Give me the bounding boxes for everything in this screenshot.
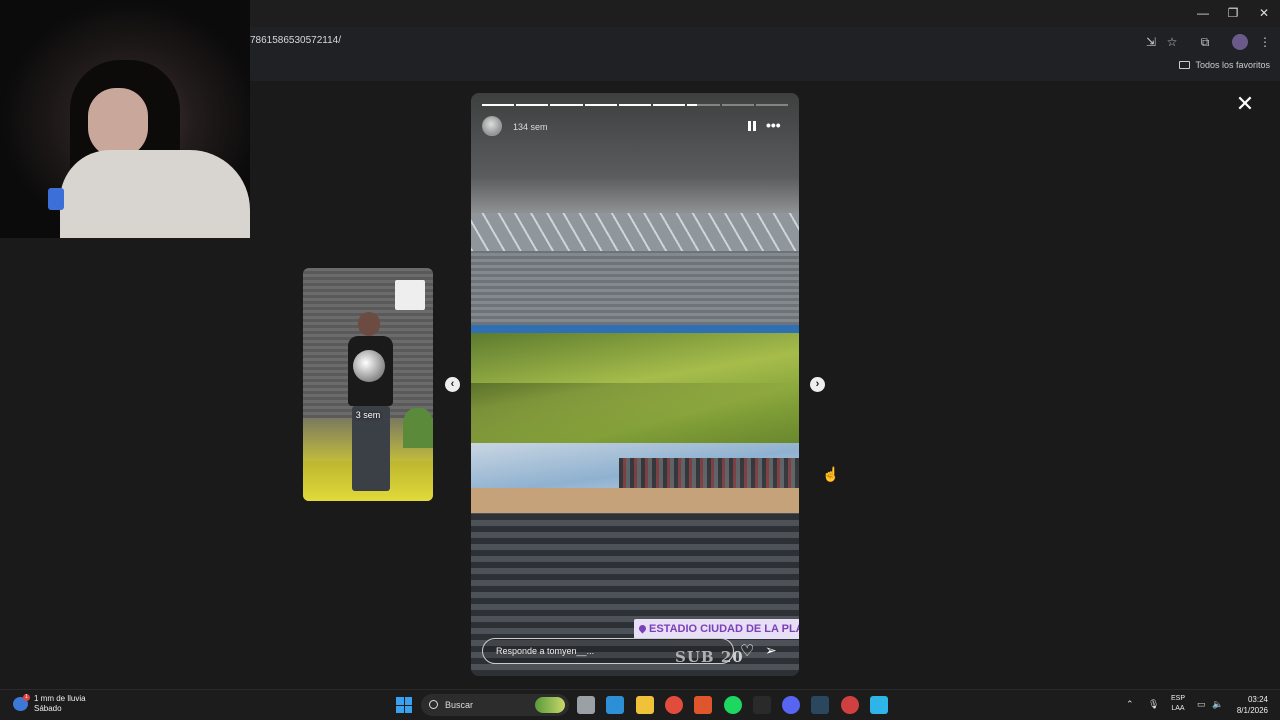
author-avatar[interactable] [482, 116, 502, 136]
location-sticker-label: ESTADIO CIUDAD DE LA PLATA [649, 623, 799, 635]
bookmarks-bar: Todos los favoritos [250, 56, 1280, 78]
stadium-far-stands [471, 251, 799, 331]
webcam-blue-light [48, 188, 64, 210]
lang-line2: LAA [1171, 705, 1185, 712]
current-story[interactable]: 134 sem ••• ESTADIO CIUDAD DE LA PLATA S… [471, 93, 799, 676]
progress-segment [618, 104, 652, 106]
brave-icon[interactable] [694, 696, 712, 714]
progress-segment [653, 104, 686, 106]
preview-sign [395, 280, 425, 310]
folder-icon[interactable] [636, 696, 654, 714]
search-highlight-thumbnail [535, 697, 565, 713]
pitch-shadow [471, 383, 799, 443]
search-label: Buscar [445, 700, 474, 710]
weather-line2: Sábado [34, 704, 62, 713]
language-indicator[interactable]: ESP LAA [1167, 694, 1189, 714]
windows-start-icon[interactable] [396, 697, 412, 713]
clock-date: 8/1/2026 [1236, 706, 1268, 715]
preview-ball [353, 350, 385, 382]
reply-input[interactable]: Responde a tomyen__... [482, 638, 734, 664]
progress-segment [550, 104, 583, 106]
notes-icon[interactable] [870, 696, 888, 714]
story-progress-bar [482, 104, 788, 106]
all-bookmarks-label: Todos los favoritos [1195, 60, 1270, 70]
preview-time-label: 3 sem [355, 410, 381, 420]
file-explorer-icon[interactable] [577, 696, 595, 714]
next-story-button[interactable]: › [810, 377, 825, 392]
location-pin-icon [637, 623, 648, 634]
webcam-person-shirt [60, 150, 250, 238]
install-app-icon[interactable]: ⇲ [1143, 34, 1159, 50]
stadium-roof [471, 93, 799, 213]
close-window-button[interactable]: ✕ [1249, 4, 1279, 22]
weather-widget[interactable]: 1 mm de lluvia Sábado [34, 694, 86, 714]
edge-icon[interactable] [606, 696, 624, 714]
webcam-overlay [0, 0, 250, 238]
story-time-ago: 134 sem [513, 122, 548, 132]
url-text[interactable]: 78615865305721​14/ [250, 35, 341, 46]
progress-segment [482, 104, 515, 106]
taskbar-search[interactable]: Buscar [421, 694, 569, 716]
system-clock[interactable]: 03:24 8/1/2026 [1228, 694, 1268, 716]
spotify-icon[interactable] [724, 696, 742, 714]
stadium-track [471, 488, 799, 513]
network-icon[interactable]: ▭ [1197, 699, 1206, 710]
address-bar[interactable]: 78615865305721​14/ ⇲ ☆ ⧉ ⋮ [250, 30, 1280, 54]
extensions-icon[interactable]: ⧉ [1197, 34, 1213, 50]
webcam-person-face [88, 88, 148, 158]
previous-story-button[interactable]: ‹ [445, 377, 460, 392]
microphone-icon[interactable]: 🎙 [1148, 699, 1159, 710]
windows-taskbar: 1 1 mm de lluvia Sábado Buscar ⌃ 🎙 ESP L… [0, 689, 1280, 720]
menu-kebab-icon[interactable]: ⋮ [1257, 34, 1273, 50]
bookmark-star-icon[interactable]: ☆ [1164, 34, 1180, 50]
progress-segment [721, 104, 754, 106]
pause-icon[interactable] [747, 120, 757, 132]
volume-icon[interactable]: 🔈 [1212, 699, 1223, 710]
weather-badge: 1 [23, 694, 30, 701]
app-icon[interactable] [841, 696, 859, 714]
restore-button[interactable]: ❐ [1218, 4, 1248, 22]
mouse-cursor-icon: ☝ [822, 466, 840, 482]
progress-segment [584, 104, 617, 106]
chrome-icon[interactable] [665, 696, 683, 714]
location-sticker[interactable]: ESTADIO CIUDAD DE LA PLATA [634, 619, 799, 639]
tray-overflow-chevron-icon[interactable]: ⌃ [1126, 699, 1134, 710]
profile-avatar-icon[interactable] [1232, 34, 1248, 50]
search-icon [429, 700, 438, 709]
steam-icon[interactable] [811, 696, 829, 714]
preview-person-head [358, 312, 380, 336]
progress-segment [516, 104, 549, 106]
clock-time: 03:24 [1247, 695, 1268, 704]
all-bookmarks-button[interactable]: Todos los favoritos [1179, 60, 1270, 70]
folder-icon [1179, 61, 1191, 69]
epic-games-icon[interactable] [753, 696, 771, 714]
previous-story-preview[interactable]: 3 sem [303, 268, 433, 501]
stadium-truss [471, 213, 799, 251]
preview-person [348, 308, 393, 498]
like-heart-icon[interactable]: ♡ [740, 641, 754, 661]
progress-segment [755, 104, 788, 106]
discord-icon[interactable] [782, 696, 800, 714]
lang-line1: ESP [1170, 695, 1185, 702]
more-options-icon[interactable]: ••• [766, 118, 781, 132]
close-icon[interactable]: ✕ [1235, 93, 1255, 115]
minimize-button[interactable]: — [1188, 4, 1218, 22]
send-icon[interactable]: ➢ [765, 642, 777, 659]
weather-line1: 1 mm de lluvia [34, 694, 86, 703]
progress-segment [687, 104, 720, 106]
